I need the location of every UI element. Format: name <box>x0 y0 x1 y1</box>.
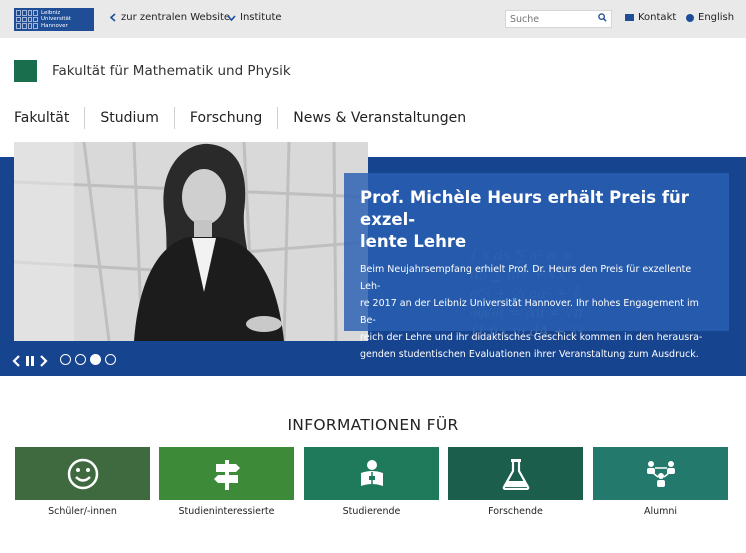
university-logo[interactable]: Leibniz Universität Hannover <box>14 8 94 31</box>
flask-icon <box>502 458 529 490</box>
logo-line-3: Hannover <box>41 22 68 29</box>
hero-text-line-4: genden studentischen Evaluationen ihrer … <box>360 349 699 360</box>
signpost-icon <box>213 459 240 490</box>
next-slide-icon[interactable] <box>38 355 48 367</box>
contact-link[interactable]: Kontakt <box>625 12 676 23</box>
faculty-color-square <box>14 60 37 82</box>
mail-icon <box>625 14 634 21</box>
contact-label: Kontakt <box>638 12 677 23</box>
institutes-dropdown[interactable]: Institute <box>227 12 282 23</box>
tile-label-studierende[interactable]: Studierende <box>304 506 439 517</box>
chevron-down-icon <box>227 14 236 21</box>
tile-label-studieninteressierte[interactable]: Studieninteressierte <box>159 506 294 517</box>
logo-line-2: Universität <box>41 16 72 23</box>
slide-dot-3[interactable] <box>90 354 101 365</box>
pause-icon[interactable] <box>25 356 35 366</box>
slide-dot-4[interactable] <box>105 354 116 365</box>
slide-dot-1[interactable] <box>60 354 71 365</box>
language-label: English <box>698 12 735 23</box>
institutes-label: Institute <box>240 12 282 23</box>
nav-item-fakultaet[interactable]: Fakultät <box>14 107 84 129</box>
logo-mark-icon <box>16 10 38 29</box>
chevron-left-icon <box>109 13 116 22</box>
hero-photo[interactable] <box>14 142 368 341</box>
nav-item-forschung[interactable]: Forschung <box>173 107 277 129</box>
smiley-icon <box>67 458 98 489</box>
info-section-heading: INFORMATIONEN FÜR <box>287 416 459 434</box>
student-reading-icon <box>360 459 383 486</box>
search-input[interactable] <box>505 10 612 28</box>
hero-text-line-2: re 2017 an der Leibniz Universität Hanno… <box>360 298 699 326</box>
previous-slide-icon[interactable] <box>12 355 22 367</box>
tile-label-schueler[interactable]: Schüler/-innen <box>15 506 150 517</box>
top-bar: Leibniz Universität Hannover zur zentral… <box>0 0 746 38</box>
tile-label-alumni[interactable]: Alumni <box>593 506 728 517</box>
search-icon[interactable] <box>598 13 607 22</box>
back-to-main-link[interactable]: zur zentralen Website <box>109 12 230 23</box>
tile-schueler[interactable] <box>15 447 150 500</box>
nav-item-studium[interactable]: Studium <box>84 107 174 129</box>
tile-alumni[interactable] <box>593 447 728 500</box>
hero-description: Beim Neujahrsempfang erhielt Prof. Dr. H… <box>360 261 713 363</box>
faculty-title[interactable]: Fakultät für Mathematik und Physik <box>52 63 291 79</box>
network-people-icon <box>646 460 675 487</box>
hero-caption-card[interactable]: Prof. Michèle Heurs erhält Preis für exz… <box>344 173 729 360</box>
hero-title-line-2: lente Lehre <box>360 232 467 251</box>
hero-text-line-3: reich der Lehre und ihr didaktisches Ges… <box>360 332 703 343</box>
hero-title-line-1: Prof. Michèle Heurs erhält Preis für exz… <box>360 188 689 229</box>
main-navigation: Fakultät Studium Forschung News & Verans… <box>14 107 481 129</box>
language-link[interactable]: English <box>686 12 734 23</box>
tile-studieninteressierte[interactable] <box>159 447 294 500</box>
portrait-photo-icon <box>14 142 368 341</box>
logo-text: Leibniz Universität Hannover <box>41 10 71 30</box>
tile-studierende[interactable] <box>304 447 439 500</box>
back-to-main-label: zur zentralen Website <box>121 12 231 23</box>
globe-icon <box>686 13 694 22</box>
slide-dot-2[interactable] <box>75 354 86 365</box>
slide-indicators <box>60 354 120 365</box>
hero-text-line-1: Beim Neujahrsempfang erhielt Prof. Dr. H… <box>360 264 692 292</box>
hero-title[interactable]: Prof. Michèle Heurs erhält Preis für exz… <box>360 187 713 253</box>
tile-label-forschende[interactable]: Forschende <box>448 506 583 517</box>
tile-forschende[interactable] <box>448 447 583 500</box>
nav-item-news[interactable]: News & Veranstaltungen <box>277 107 481 129</box>
